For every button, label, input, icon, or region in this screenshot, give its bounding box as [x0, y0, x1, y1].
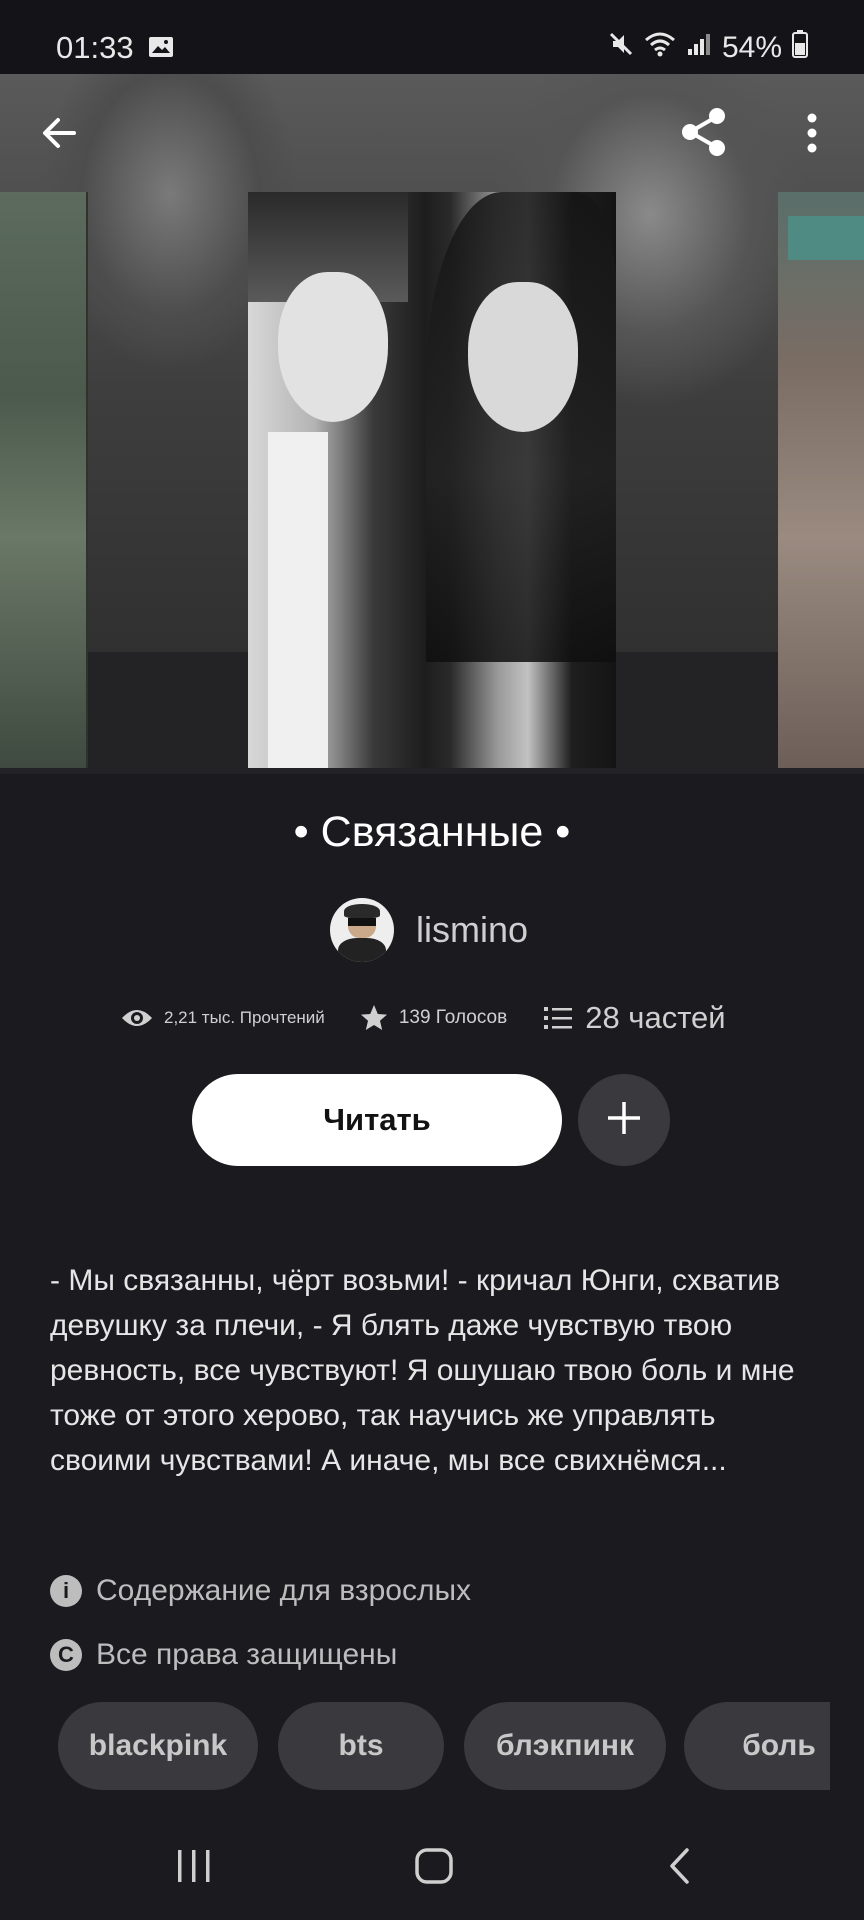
tag-list[interactable]: blackpink bts блэкпинк боль	[58, 1702, 830, 1790]
signal-icon	[686, 31, 712, 65]
parts-stat[interactable]: 28 частей	[543, 1000, 726, 1036]
battery-icon	[792, 30, 808, 66]
eye-icon	[120, 1006, 154, 1030]
copyright-label: Все права защищены	[96, 1638, 398, 1671]
more-vertical-icon[interactable]	[802, 110, 822, 161]
info-icon: i	[50, 1575, 82, 1607]
previous-cover[interactable]	[0, 192, 88, 768]
nav-back-icon[interactable]	[660, 1846, 700, 1891]
story-title: • Связанные •	[293, 808, 571, 856]
wifi-icon	[644, 31, 676, 65]
home-icon[interactable]	[414, 1846, 454, 1891]
plus-icon	[604, 1098, 644, 1143]
next-cover[interactable]	[778, 192, 864, 768]
status-bar: 01:33 54%	[0, 0, 864, 74]
tag-pill[interactable]: блэкпинк	[464, 1702, 666, 1790]
recent-apps-icon[interactable]	[174, 1846, 214, 1891]
story-stats: 2,21 тыс. Прочтений 139 Голосов 28 часте…	[120, 1000, 726, 1036]
mute-icon	[608, 31, 634, 65]
votes-count: 139 Голосов	[398, 1007, 508, 1028]
votes-stat: 139 Голосов	[359, 1003, 507, 1033]
mature-label: Содержание для взрослых	[96, 1574, 472, 1607]
list-icon	[543, 1005, 573, 1031]
share-icon[interactable]	[676, 104, 732, 165]
author-row[interactable]: lismino	[330, 898, 528, 962]
back-arrow-icon[interactable]	[36, 110, 82, 161]
copyright-icon: C	[50, 1639, 82, 1671]
reads-stat: 2,21 тыс. Прочтений	[120, 1006, 325, 1030]
tag-pill[interactable]: боль	[684, 1702, 830, 1790]
avatar[interactable]	[330, 898, 394, 962]
star-icon	[359, 1003, 389, 1033]
story-cover[interactable]	[248, 192, 616, 768]
read-button[interactable]: Читать	[192, 1074, 562, 1166]
copyright-row: C Все права защищены	[50, 1638, 397, 1672]
image-icon	[148, 36, 174, 63]
author-name[interactable]: lismino	[416, 909, 528, 951]
story-description: - Мы связанны, чёрт возьми! - кричал Юнг…	[50, 1264, 795, 1477]
reads-count: 2,21 тыс. Прочтений	[164, 1008, 325, 1027]
tag-pill[interactable]: bts	[278, 1702, 444, 1790]
add-to-library-button[interactable]	[578, 1074, 670, 1166]
mature-content-row: i Содержание для взрослых	[50, 1574, 471, 1608]
status-time: 01:33	[56, 30, 134, 65]
battery-percent: 54%	[721, 31, 782, 64]
parts-count[interactable]: 28 частей	[585, 1000, 725, 1036]
cover-carousel[interactable]	[0, 74, 864, 774]
tag-pill[interactable]: blackpink	[58, 1702, 258, 1790]
